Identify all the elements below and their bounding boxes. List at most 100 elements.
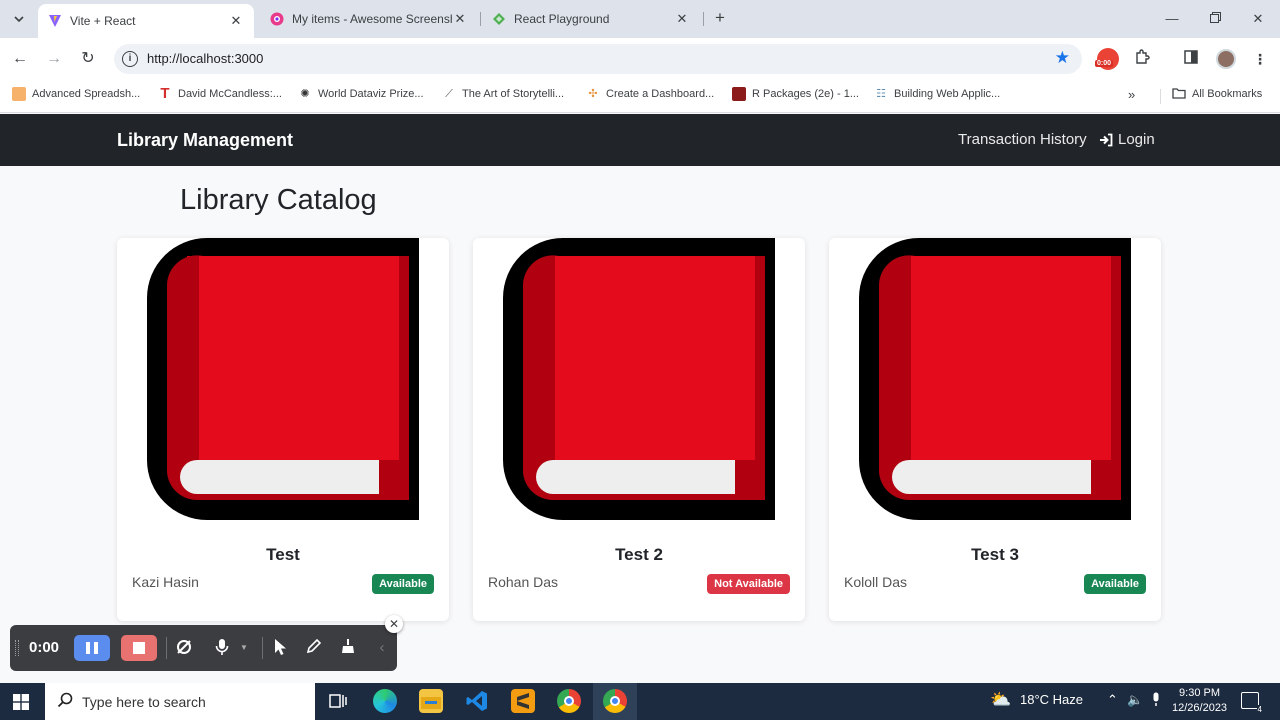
bookmark-label: R Packages (2e) - 1... bbox=[752, 88, 859, 100]
book-author: Rohan Das bbox=[488, 574, 559, 590]
bookmark-item[interactable]: T David McCandless:... bbox=[158, 86, 282, 101]
edge-browser-icon[interactable] bbox=[373, 689, 397, 713]
close-window-icon[interactable]: ✕ bbox=[1246, 8, 1270, 30]
clock-date: 12/26/2023 bbox=[1172, 702, 1228, 714]
stop-button[interactable] bbox=[121, 635, 157, 661]
playground-icon bbox=[493, 13, 505, 25]
file-explorer-icon[interactable] bbox=[419, 689, 443, 713]
side-panel-icon[interactable] bbox=[1181, 49, 1201, 69]
forward-arrow-icon[interactable]: → bbox=[42, 47, 66, 71]
extensions-puzzle-icon[interactable] bbox=[1132, 49, 1152, 69]
bookmark-item[interactable]: ✣ Create a Dashboard... bbox=[586, 87, 714, 101]
menu-kebab-icon[interactable]: ⋮ bbox=[1250, 49, 1270, 69]
recording-time: 0:00 bbox=[29, 639, 60, 656]
windows-start-icon[interactable] bbox=[13, 694, 29, 710]
bookmark-label: World Dataviz Prize... bbox=[318, 88, 424, 100]
book-cover-icon bbox=[503, 238, 775, 520]
book-card[interactable]: Test 3 Kololl Das Available bbox=[829, 238, 1161, 621]
tab-title: Vite + React bbox=[70, 14, 136, 28]
bookmark-separator bbox=[1160, 89, 1161, 104]
profile-avatar[interactable] bbox=[1216, 49, 1236, 69]
restore-icon[interactable] bbox=[1203, 8, 1227, 30]
tab-separator bbox=[703, 12, 704, 26]
tab-my-items[interactable]: My items - Awesome Screensh ✕ bbox=[260, 4, 478, 34]
close-recorder-icon[interactable]: ✕ bbox=[385, 615, 403, 633]
site-info-icon[interactable]: i bbox=[122, 51, 138, 67]
bookmark-item[interactable]: ⟋ The Art of Storytelli... bbox=[442, 87, 564, 101]
web-app-icon: ☷ bbox=[876, 88, 886, 100]
book-cover-icon bbox=[147, 238, 419, 520]
sublime-text-icon[interactable] bbox=[511, 689, 535, 713]
chrome-profile-icon[interactable] bbox=[603, 689, 627, 713]
tab-vite-react[interactable]: Vite + React ✕ bbox=[38, 4, 254, 38]
nav-login[interactable]: Login bbox=[1118, 131, 1155, 148]
tab-search-chevron-icon[interactable] bbox=[8, 8, 30, 30]
pen-icon[interactable] bbox=[304, 638, 324, 658]
spreadsheet-icon bbox=[12, 87, 26, 101]
app-navbar: Library Management Transaction History L… bbox=[0, 114, 1280, 166]
minimize-icon[interactable]: — bbox=[1160, 8, 1184, 30]
back-arrow-icon[interactable]: ← bbox=[8, 47, 32, 71]
notification-center-icon[interactable]: 4 bbox=[1241, 692, 1263, 714]
pause-button[interactable] bbox=[74, 635, 110, 661]
new-tab-plus-icon[interactable]: + bbox=[710, 8, 730, 28]
status-badge: Available bbox=[372, 574, 434, 594]
bookmark-item[interactable]: Advanced Spreadsh... bbox=[12, 87, 140, 101]
bookmark-label: The Art of Storytelli... bbox=[462, 88, 565, 100]
bookmark-label: All Bookmarks bbox=[1192, 88, 1263, 100]
book-card[interactable]: Test 2 Rohan Das Not Available bbox=[473, 238, 805, 621]
status-badge: Available bbox=[1084, 574, 1146, 594]
more-bookmarks-chevron-icon[interactable]: » bbox=[1128, 87, 1135, 102]
book-author: Kololl Das bbox=[844, 574, 908, 590]
awesome-screenshot-icon bbox=[270, 12, 284, 26]
browser-tab-bar: Vite + React ✕ My items - Awesome Screen… bbox=[0, 0, 1280, 38]
microphone-icon[interactable] bbox=[212, 638, 232, 658]
tab-react-playground[interactable]: React Playground ✕ bbox=[482, 4, 700, 34]
login-icon bbox=[1100, 133, 1113, 147]
all-bookmarks-folder[interactable]: All Bookmarks bbox=[1172, 87, 1262, 101]
clock-time: 9:30 PM bbox=[1179, 687, 1221, 699]
app-brand[interactable]: Library Management bbox=[117, 130, 293, 151]
task-view-icon[interactable] bbox=[326, 689, 350, 713]
bookmark-item[interactable]: ✺ World Dataviz Prize... bbox=[298, 87, 424, 101]
mic-dropdown-icon[interactable]: ▼ bbox=[234, 638, 254, 658]
drag-handle-icon[interactable] bbox=[15, 640, 19, 656]
system-clock[interactable]: 9:30 PM 12/26/2023 bbox=[1172, 686, 1227, 716]
weather-icon[interactable]: ⛅ bbox=[990, 690, 1011, 710]
search-placeholder: Type here to search bbox=[82, 694, 206, 710]
volume-icon[interactable]: 🔈 bbox=[1127, 692, 1143, 708]
close-tab-icon[interactable]: ✕ bbox=[674, 11, 690, 27]
close-tab-icon[interactable]: ✕ bbox=[228, 13, 244, 29]
divider bbox=[166, 637, 167, 659]
book-card[interactable]: Test Kazi Hasin Available bbox=[117, 238, 449, 621]
vite-logo-icon bbox=[49, 15, 61, 27]
taskbar-search-box[interactable]: Type here to search bbox=[45, 683, 315, 720]
microphone-tray-icon[interactable] bbox=[1151, 692, 1161, 710]
vscode-icon[interactable] bbox=[465, 689, 489, 713]
screen-recorder-extension-icon[interactable]: 0:00 bbox=[1095, 48, 1119, 70]
collapse-chevron-icon[interactable]: ‹ bbox=[372, 638, 392, 658]
chrome-icon[interactable] bbox=[557, 689, 581, 713]
bookmark-item[interactable]: R Packages (2e) - 1... bbox=[732, 87, 859, 101]
reload-icon[interactable]: ↻ bbox=[76, 47, 100, 71]
cursor-icon[interactable] bbox=[270, 638, 290, 658]
tab-separator bbox=[480, 12, 481, 26]
bookmark-item[interactable]: ☷ Building Web Applic... bbox=[874, 87, 1000, 101]
close-tab-icon[interactable]: ✕ bbox=[452, 11, 468, 27]
show-hidden-icons-chevron-icon[interactable]: ⌃ bbox=[1107, 692, 1118, 708]
book-cover-icon bbox=[859, 238, 1131, 520]
address-bar[interactable]: i http://localhost:3000 ★ bbox=[114, 44, 1082, 74]
weather-text[interactable]: 18°C Haze bbox=[1020, 692, 1083, 707]
nav-transaction-history[interactable]: Transaction History bbox=[958, 131, 1087, 148]
tab-title: My items - Awesome Screensh bbox=[292, 12, 452, 26]
camera-off-icon[interactable] bbox=[174, 638, 194, 658]
tab-title: React Playground bbox=[514, 12, 610, 26]
eraser-broom-icon[interactable] bbox=[338, 638, 358, 658]
bookmark-star-icon[interactable]: ★ bbox=[1055, 48, 1070, 68]
search-icon bbox=[57, 692, 73, 712]
windows-taskbar: Type here to search ⛅ 18°C Haze ⌃ 🔈 9:30… bbox=[0, 683, 1280, 720]
r-packages-icon bbox=[732, 87, 746, 101]
url-text[interactable]: http://localhost:3000 bbox=[147, 51, 263, 66]
book-author: Kazi Hasin bbox=[132, 574, 199, 590]
chart-line-icon: ⟋ bbox=[445, 88, 453, 100]
